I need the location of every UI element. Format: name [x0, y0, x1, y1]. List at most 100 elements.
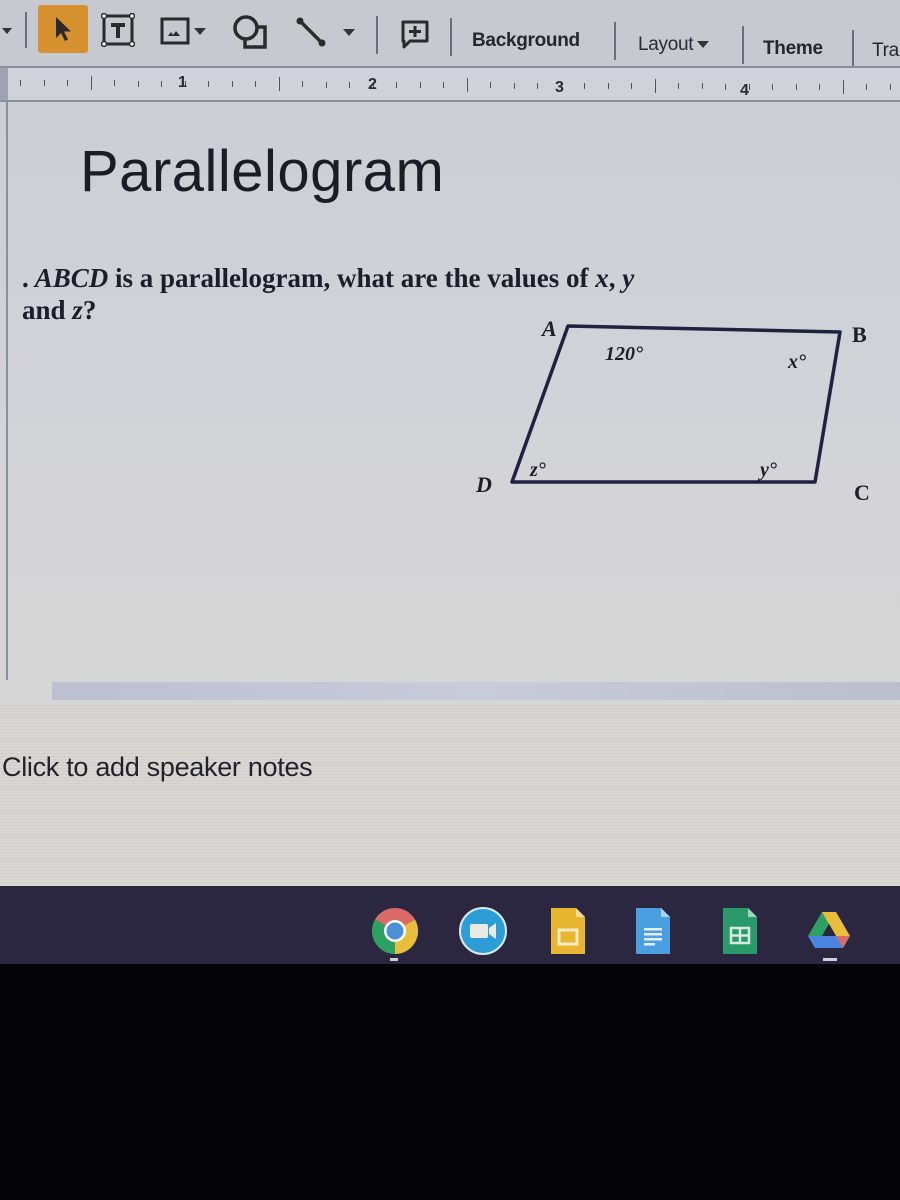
ruler-tick	[842, 80, 844, 95]
docs-icon	[636, 908, 670, 954]
background-button[interactable]: Background	[472, 30, 580, 52]
ruler-number: 1	[178, 74, 187, 91]
drive-open-indicator	[823, 958, 837, 961]
shelf-app-drive[interactable]	[804, 906, 854, 956]
select-tool-button[interactable]	[38, 5, 88, 53]
shelf-app-docs[interactable]	[628, 906, 678, 956]
angle-label-a: 120°	[605, 343, 643, 365]
angle-label-d: z°	[529, 459, 546, 481]
ruler-tick	[725, 83, 726, 90]
ruler-margin	[0, 68, 8, 100]
ruler-tick	[443, 82, 444, 89]
chrome-open-indicator	[390, 958, 398, 961]
cursor-arrow-icon	[56, 17, 71, 41]
shape-name: ABCD	[34, 263, 109, 293]
chrome-icon	[371, 907, 419, 955]
variable-x: x	[595, 263, 609, 293]
ruler-tick	[866, 84, 867, 91]
ruler-tick	[795, 83, 797, 90]
text-box-button[interactable]	[100, 12, 136, 48]
toolbar-divider	[376, 16, 378, 54]
ruler-number: 2	[368, 76, 377, 93]
ruler-tick	[607, 83, 609, 89]
layout-label: Layout	[638, 34, 694, 55]
angle-label-b: x°	[787, 351, 806, 373]
image-icon	[160, 17, 190, 45]
ruler-tick	[302, 81, 303, 88]
vertex-label-a: A	[540, 316, 557, 341]
ruler-number: 3	[555, 79, 564, 96]
layout-button[interactable]: Layout	[638, 34, 710, 56]
ruler-tick	[255, 81, 256, 88]
ruler-tick	[67, 80, 68, 87]
shelf-app-slides[interactable]	[543, 906, 593, 956]
line-button[interactable]	[290, 14, 360, 50]
transition-button[interactable]: Tra	[872, 40, 899, 62]
toolbar-overflow-caret-icon[interactable]	[2, 28, 12, 34]
add-comment-icon	[401, 20, 429, 49]
toolbar-divider	[450, 18, 452, 56]
vertex-label-b: B	[852, 322, 867, 347]
ruler-tick	[772, 83, 773, 90]
toolbar-divider	[852, 30, 854, 68]
slide-title[interactable]: Parallelogram	[80, 138, 444, 205]
screen: Background Layout Theme Tra 1 2 3 4 Para…	[0, 0, 900, 962]
speaker-notes-area[interactable]	[0, 705, 900, 885]
ruler-tick	[513, 82, 515, 89]
add-comment-button[interactable]	[398, 18, 432, 50]
ruler-tick	[701, 83, 703, 90]
question-end: ?	[82, 295, 97, 325]
ruler-tick	[584, 82, 585, 89]
ruler-tick	[325, 81, 327, 88]
variable-z: z	[72, 295, 83, 325]
ruler-tick	[278, 77, 280, 92]
line-dropdown-caret-icon[interactable]	[343, 28, 355, 36]
shelf-app-sheets[interactable]	[715, 906, 765, 956]
ruler-tick	[419, 82, 421, 89]
ruler-tick	[349, 81, 350, 88]
variable-y: y	[622, 263, 635, 293]
layout-dropdown-caret-icon	[697, 41, 710, 49]
line-icon	[296, 17, 326, 47]
ruler-tick	[114, 80, 115, 87]
ruler-tick	[678, 83, 679, 90]
taskbar-shelf	[0, 886, 900, 964]
text-box-icon	[101, 13, 135, 47]
question-bullet: .	[22, 263, 29, 293]
ruler-tick	[43, 80, 45, 87]
ruler-tick	[819, 84, 820, 91]
ruler-tick	[231, 81, 233, 88]
shape-button[interactable]	[230, 14, 270, 50]
toolbar-divider	[742, 26, 744, 64]
ruler-tick	[396, 81, 397, 88]
ruler-number: 4	[740, 82, 749, 99]
ruler-tick	[208, 80, 209, 87]
image-button[interactable]	[156, 14, 210, 48]
question-body: is a parallelogram, what are the values …	[108, 263, 596, 293]
slides-icon	[551, 908, 585, 954]
ruler-tick	[90, 76, 92, 91]
slide-notes-divider[interactable]	[52, 682, 900, 700]
ruler-tick	[161, 80, 162, 87]
ruler-tick	[466, 78, 468, 93]
shelf-app-meet[interactable]	[458, 906, 508, 956]
vertex-label-c: C	[854, 480, 870, 505]
question-separator: ,	[608, 263, 623, 293]
image-dropdown-caret-icon[interactable]	[194, 27, 206, 35]
ruler-tick	[654, 79, 656, 94]
shelf-app-chrome[interactable]	[370, 906, 420, 956]
ruler-tick	[537, 82, 538, 89]
shape-icon	[233, 15, 267, 49]
parallelogram-shape	[510, 324, 842, 484]
theme-button[interactable]: Theme	[763, 38, 823, 60]
speaker-notes-placeholder[interactable]: Click to add speaker notes	[2, 752, 313, 783]
toolbar-divider	[25, 12, 27, 48]
ruler-tick	[20, 80, 21, 86]
vertex-label-d: D	[475, 472, 492, 497]
sheets-icon	[723, 908, 757, 954]
question-line2-prefix: and	[22, 295, 73, 325]
drive-icon	[808, 912, 850, 948]
ruler-tick	[889, 84, 891, 91]
toolbar: Background Layout Theme Tra	[0, 0, 900, 68]
parallelogram-diagram[interactable]: A B C D 120° x° y° z°	[470, 310, 890, 510]
